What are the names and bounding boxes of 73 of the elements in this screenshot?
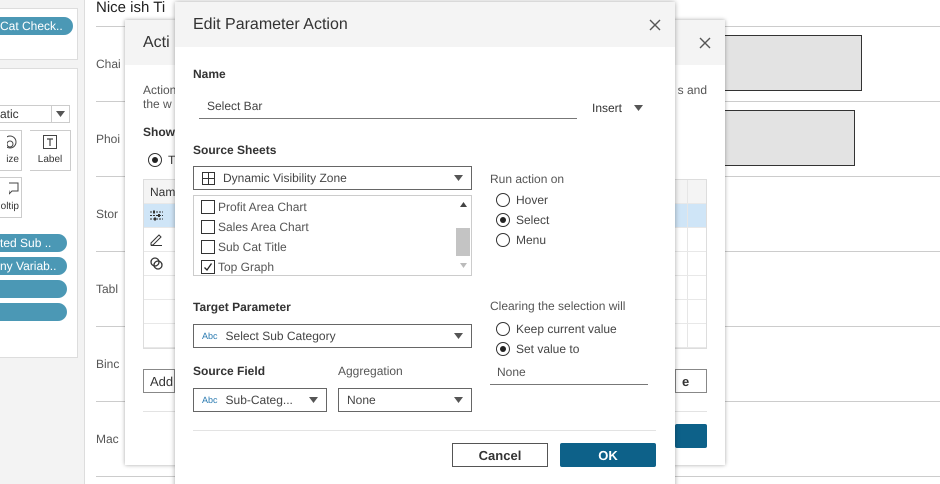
- target-parameter-dropdown[interactable]: Abc Select Sub Category: [193, 324, 472, 348]
- row-label: Phoi: [96, 132, 120, 146]
- dialog-title: Acti: [143, 34, 170, 52]
- radio-label: Select: [516, 213, 550, 227]
- checkbox-label: Top Graph: [218, 260, 274, 274]
- radio-label: Menu: [516, 233, 546, 247]
- group-label: Clearing the selection will: [490, 299, 626, 313]
- ok-button[interactable]: OK: [560, 443, 656, 467]
- remove-button[interactable]: e: [675, 369, 707, 393]
- row-label: Tabl: [96, 282, 118, 296]
- caret-icon: [454, 333, 463, 339]
- row-label: Stor: [96, 207, 118, 221]
- checkbox-label: Profit Area Chart: [218, 200, 307, 214]
- field-pill[interactable]: [0, 280, 67, 298]
- value-field[interactable]: None: [490, 365, 648, 385]
- label-button[interactable]: Label: [30, 130, 71, 171]
- linked-circles-icon: [150, 257, 163, 270]
- radio-label: T: [168, 153, 176, 167]
- field-label: Aggregation: [338, 364, 403, 378]
- pencil-icon: [150, 233, 163, 246]
- row-label: Binc: [96, 357, 120, 371]
- close-icon[interactable]: [649, 18, 661, 30]
- checkbox[interactable]: [201, 240, 215, 254]
- name-field[interactable]: Select Bar: [199, 97, 577, 119]
- radio-label: Hover: [516, 193, 548, 207]
- aggregation-dropdown[interactable]: None: [338, 388, 472, 412]
- radio-button[interactable]: [496, 322, 510, 336]
- checkbox[interactable]: [201, 200, 215, 214]
- radio-button[interactable]: [496, 342, 510, 356]
- radio-button[interactable]: [496, 213, 510, 227]
- field-pill[interactable]: [0, 303, 67, 321]
- string-type-icon: Abc: [202, 395, 218, 405]
- description-text: Action: [143, 83, 176, 97]
- string-type-icon: Abc: [202, 331, 218, 341]
- checkbox[interactable]: [201, 220, 215, 234]
- speech-bubble-icon: [9, 182, 19, 196]
- scroll-up-icon[interactable]: [460, 202, 466, 207]
- source-field-dropdown[interactable]: Abc Sub-Categ...: [193, 388, 327, 412]
- description-text: the w: [143, 97, 172, 111]
- field-label: Target Parameter: [193, 300, 292, 314]
- size-button[interactable]: ize: [0, 130, 22, 171]
- tooltip-button[interactable]: oltip: [0, 177, 22, 218]
- field-label: Source Field: [193, 364, 266, 378]
- row-label: Chai: [96, 57, 121, 71]
- radio-label: Keep current value: [516, 322, 617, 336]
- group-label: Run action on: [490, 172, 566, 186]
- sliders-icon: [150, 210, 163, 221]
- checkbox[interactable]: [201, 260, 215, 274]
- caret-icon: [634, 105, 644, 111]
- label-icon: [43, 135, 57, 149]
- close-icon[interactable]: [699, 36, 711, 48]
- radio-button[interactable]: [148, 153, 162, 167]
- caret-icon: [454, 397, 463, 403]
- radio-button[interactable]: [496, 233, 510, 247]
- field-label: Name: [193, 67, 227, 81]
- cancel-button[interactable]: Cancel: [452, 443, 548, 467]
- description-text: s and: [678, 83, 707, 97]
- add-action-button[interactable]: Add: [143, 369, 175, 393]
- source-sheets-dropdown[interactable]: Dynamic Visibility Zone: [193, 166, 472, 190]
- field-label: Source Sheets: [193, 143, 278, 157]
- row-label: Mac: [96, 432, 119, 446]
- checkbox-label: Sales Area Chart: [218, 220, 309, 234]
- size-icon: [7, 135, 19, 149]
- column-header: Nam: [150, 184, 176, 198]
- insert-dropdown[interactable]: Insert: [592, 97, 644, 119]
- section-label: Show: [143, 125, 176, 139]
- radio-label: Set value to: [516, 342, 580, 356]
- dashboard-grid-icon: [202, 172, 215, 184]
- caret-icon: [56, 111, 65, 117]
- caret-icon: [309, 397, 318, 403]
- radio-button[interactable]: [496, 193, 510, 207]
- mark-type-dropdown[interactable]: atic: [0, 105, 70, 123]
- checkbox-label: Sub Cat Title: [218, 240, 287, 254]
